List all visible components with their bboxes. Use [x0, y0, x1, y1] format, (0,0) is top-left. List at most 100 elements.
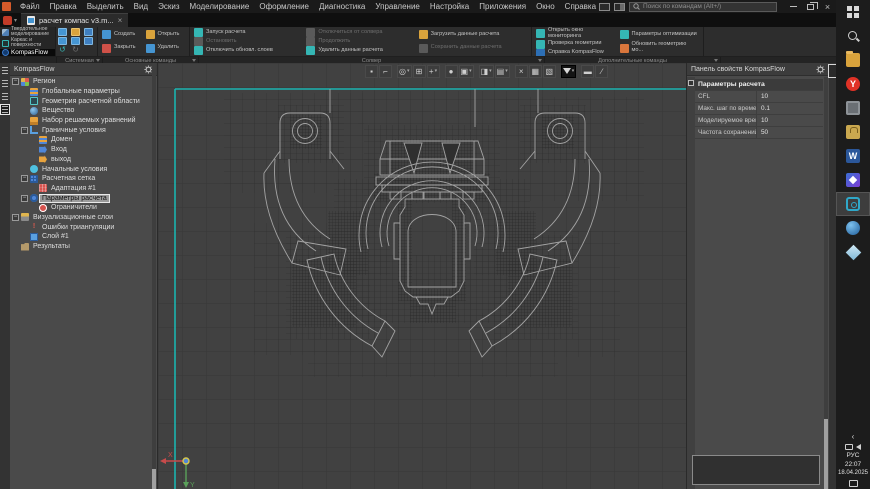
property-value[interactable]: 0.1 — [757, 105, 770, 112]
command-optimization[interactable]: Параметры оптимизации — [618, 28, 702, 42]
expander-icon[interactable]: − — [21, 195, 28, 202]
clock-time[interactable]: 22:07 — [836, 461, 870, 469]
quick-access-icon[interactable] — [3, 16, 12, 25]
menu-item-1[interactable]: Правка — [45, 0, 82, 13]
edit-sketch-icon[interactable]: ∕ — [595, 65, 608, 78]
restore-button[interactable] — [802, 0, 819, 13]
coordinate-tool-icon[interactable]: ⌐ — [379, 65, 392, 78]
tree-item-15[interactable]: !Ошибки триангуляции — [10, 222, 151, 232]
menu-item-6[interactable]: Оформление — [254, 0, 314, 13]
command-search-input[interactable]: Поиск по командам (Alt+/) — [629, 2, 777, 12]
snapshot-icon[interactable]: ▧ — [543, 65, 556, 78]
document-tab[interactable]: расчет компас v3.m... × — [21, 13, 128, 27]
tree-item-5[interactable]: −Граничные условия — [10, 125, 151, 135]
hidden-icons-chevron[interactable]: ‹ — [836, 432, 870, 442]
documents-icon[interactable] — [71, 37, 80, 45]
properties-scrollbar[interactable] — [824, 77, 828, 489]
shaded-view-icon[interactable]: ● — [445, 65, 458, 78]
command-monitor[interactable]: Открыть окно мониторинга — [534, 28, 618, 40]
menu-item-2[interactable]: Выделить — [82, 0, 129, 13]
section-collapse-icon[interactable] — [688, 80, 694, 86]
new-document-icon[interactable] — [58, 28, 67, 36]
tree-item-1[interactable]: Глобальные параметры — [10, 87, 151, 97]
properties-section-row[interactable]: Параметры расчета — [695, 79, 823, 91]
taskbar-viewer-button[interactable] — [836, 240, 870, 264]
expander-icon[interactable]: − — [21, 175, 28, 182]
command-open[interactable]: Открыть — [144, 28, 188, 42]
minimize-button[interactable] — [785, 0, 802, 13]
expander-icon[interactable]: − — [12, 214, 19, 221]
tree-item-13[interactable]: Ограничители — [10, 203, 151, 213]
taskbar-sphere-button[interactable] — [836, 216, 870, 240]
open-folder-icon[interactable] — [71, 28, 80, 36]
taskbar-word-button[interactable]: W — [836, 144, 870, 168]
taskbar-user-button[interactable] — [836, 120, 870, 144]
gear-icon[interactable] — [816, 65, 825, 74]
measure-icon[interactable]: ▬ — [581, 65, 594, 78]
menu-item-10[interactable]: Приложения — [474, 0, 531, 13]
panel-tab-flow-icon[interactable] — [1, 105, 9, 114]
menu-item-4[interactable]: Эскиз — [153, 0, 184, 13]
menu-item-7[interactable]: Диагностика — [314, 0, 370, 13]
menu-item-9[interactable]: Настройка — [425, 0, 474, 13]
property-value[interactable]: 50 — [757, 129, 768, 136]
undo-icon[interactable]: ↺ — [58, 46, 67, 54]
panel-tab-tree-icon[interactable] — [1, 66, 9, 75]
taskbar-remote-button[interactable] — [836, 96, 870, 120]
copy-view-icon[interactable]: ▦ — [529, 65, 542, 78]
clock-date[interactable]: 18.04.2025 — [836, 469, 870, 477]
screen-layout-icon[interactable] — [599, 3, 610, 11]
viewport-canvas[interactable]: ▪⌐◎▾⊞+▾●▣▾◨▾▤▾×▦▧▾▬∕ — [158, 63, 686, 489]
tree-item-11[interactable]: Адаптация #1 — [10, 184, 151, 194]
property-row-1[interactable]: Макс. шаг по време...0.1 — [695, 103, 823, 115]
scene-layers-icon[interactable]: ▤▾ — [495, 65, 510, 78]
menu-item-11[interactable]: Окно — [531, 0, 560, 13]
taskbar-kompas-button[interactable] — [836, 192, 870, 216]
panel-dock-icon[interactable] — [829, 65, 836, 77]
menu-item-5[interactable]: Моделирование — [184, 0, 254, 13]
new-from-template-icon[interactable] — [58, 37, 67, 45]
menu-item-8[interactable]: Управление — [370, 0, 424, 13]
fit-view-icon[interactable]: × — [515, 65, 528, 78]
mode-button-2[interactable]: KompasFlow — [0, 49, 55, 56]
tree-item-0[interactable]: −Регион — [10, 77, 151, 87]
property-row-0[interactable]: CFL10 — [695, 91, 823, 103]
tab-close-icon[interactable]: × — [118, 16, 123, 25]
property-row-3[interactable]: Частота сохранений50 — [695, 127, 823, 139]
command-delete[interactable]: Удалить — [144, 42, 188, 56]
command-close-doc[interactable]: Закрыть — [100, 42, 144, 56]
tree-item-9[interactable]: Начальные условия — [10, 164, 151, 174]
tree-item-16[interactable]: Слой #1 — [10, 232, 151, 242]
zoom-area-icon[interactable]: ⊞ — [413, 65, 426, 78]
menu-item-0[interactable]: Файл — [15, 0, 45, 13]
close-button[interactable]: × — [819, 0, 836, 13]
command-refresh-geometry[interactable]: Обновить геометрию мо... — [618, 42, 702, 56]
tree-item-4[interactable]: Набор решаемых уравнений — [10, 116, 151, 126]
quick-access-caret-icon[interactable]: ▾ — [14, 17, 17, 24]
tree-item-2[interactable]: Геометрия расчетной области — [10, 96, 151, 106]
tree-item-14[interactable]: −Визуализационные слои — [10, 213, 151, 223]
zoom-tool-icon[interactable]: ◎▾ — [397, 65, 412, 78]
tree-item-10[interactable]: −Расчетная сетка — [10, 174, 151, 184]
taskbar-photos-button[interactable] — [836, 168, 870, 192]
taskbar-yandex-button[interactable]: Y — [836, 72, 870, 96]
save-icon[interactable] — [84, 28, 93, 36]
command-run[interactable]: Запуск расчета — [192, 28, 304, 37]
tree-item-17[interactable]: Результаты — [10, 242, 151, 252]
command-delete-data[interactable]: Удалить данные расчета — [304, 46, 416, 55]
volume-icon[interactable] — [856, 444, 861, 450]
expander-icon[interactable]: − — [21, 127, 28, 134]
tree-item-7[interactable]: Вход — [10, 145, 151, 155]
display-mode-icon[interactable]: ◨▾ — [479, 65, 494, 78]
mode-button-1[interactable]: Каркас и поверхности — [0, 38, 55, 49]
language-indicator[interactable]: РУС — [836, 452, 870, 459]
command-load-data[interactable]: Загрузить данные расчета — [417, 28, 529, 42]
pan-tool-icon[interactable]: +▾ — [427, 65, 440, 78]
network-icon[interactable] — [845, 444, 853, 450]
split-layout-icon[interactable] — [614, 3, 625, 11]
filter-icon[interactable]: ▾ — [561, 65, 577, 78]
tree-item-12[interactable]: −Параметры расчета — [10, 193, 151, 203]
command-layers-off[interactable]: Отключить обновл. слоев — [192, 46, 304, 55]
notifications-icon[interactable] — [849, 480, 858, 487]
expander-icon[interactable]: − — [12, 78, 19, 85]
